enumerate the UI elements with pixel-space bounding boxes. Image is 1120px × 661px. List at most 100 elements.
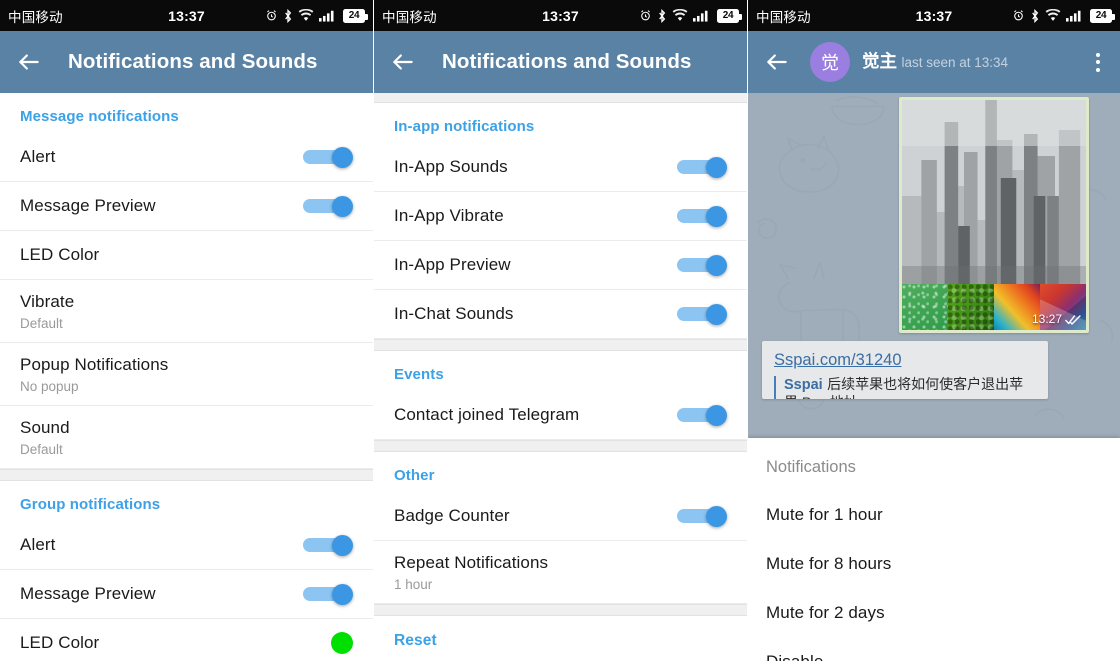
- list-item-group-alert[interactable]: Alert: [0, 521, 373, 570]
- section-divider: [374, 604, 747, 616]
- battery-level-label: 24: [348, 10, 360, 21]
- row-value: 1 hour: [394, 576, 433, 592]
- chat-header-meta[interactable]: 觉主 last seen at 13:34: [862, 51, 1008, 72]
- carrier-label: 中国移动: [8, 9, 63, 25]
- list-item-in-app-vibrate[interactable]: In-App Vibrate: [374, 192, 747, 241]
- status-bar: 中国移动 13:37 24: [374, 0, 747, 31]
- contact-status: last seen at 13:34: [901, 55, 1009, 71]
- bluetooth-icon: [1030, 8, 1040, 23]
- toggle-group-message-preview[interactable]: [303, 584, 353, 605]
- back-arrow-icon[interactable]: [764, 49, 790, 75]
- battery-level-label: 24: [722, 10, 734, 21]
- status-icons: 24: [1012, 8, 1115, 23]
- row-label: Repeat Notifications: [394, 552, 549, 572]
- album-main-photo[interactable]: [902, 100, 1086, 284]
- settings-list: Message notifications Alert Message Prev…: [0, 93, 373, 661]
- toggle-group-alert[interactable]: [303, 535, 353, 556]
- row-label: LED Color: [20, 633, 100, 652]
- section-divider: [374, 339, 747, 351]
- toggle-contact-joined[interactable]: [677, 405, 727, 426]
- list-item-badge-counter[interactable]: Badge Counter: [374, 492, 747, 541]
- status-icons: 24: [265, 8, 368, 23]
- status-bar: 中国移动 13:37 24: [748, 0, 1120, 31]
- battery-icon: 24: [343, 8, 368, 23]
- list-item-popup-notifications[interactable]: Popup Notifications No popup: [0, 343, 373, 406]
- list-item-in-app-sounds[interactable]: In-App Sounds: [374, 143, 747, 192]
- sheet-item-disable[interactable]: Disable: [766, 638, 1102, 661]
- row-value: Default: [20, 315, 63, 331]
- avatar-initial: 觉: [821, 53, 839, 73]
- row-label: Alert: [20, 535, 56, 554]
- message-timestamp: 13:27: [1032, 312, 1081, 326]
- alarm-icon: [265, 9, 278, 22]
- list-item-led-color[interactable]: LED Color: [0, 231, 373, 280]
- contact-name: 觉主: [862, 51, 897, 72]
- list-item-contact-joined-telegram[interactable]: Contact joined Telegram: [374, 391, 747, 440]
- link-preview-site: Sspai: [784, 377, 823, 393]
- link-preview-message[interactable]: Sspai.com/31240 Sspai 后续苹果也将如何使客户退出苹果 Pa…: [762, 341, 1048, 399]
- album-thumb-1[interactable]: [902, 284, 948, 330]
- row-value: Default: [20, 441, 63, 457]
- list-item-vibrate[interactable]: Vibrate Default: [0, 280, 373, 343]
- battery-icon: 24: [1090, 8, 1115, 23]
- list-item-alert[interactable]: Alert: [0, 133, 373, 182]
- row-label: In-Chat Sounds: [394, 304, 514, 323]
- list-item-in-app-preview[interactable]: In-App Preview: [374, 241, 747, 290]
- toggle-in-chat-sounds[interactable]: [677, 304, 727, 325]
- sheet-item-mute-8-hours[interactable]: Mute for 8 hours: [766, 540, 1102, 589]
- list-item-message-preview[interactable]: Message Preview: [0, 182, 373, 231]
- link-preview-url[interactable]: Sspai.com/31240: [774, 351, 1036, 370]
- section-header-message-notifications: Message notifications: [20, 108, 179, 125]
- list-item-reset[interactable]: Reset: [374, 616, 747, 660]
- panel-chat-mute-menu: 中国移动 13:37 24 觉 觉主 last seen at 13:34 13…: [748, 0, 1120, 661]
- carrier-label: 中国移动: [756, 9, 811, 25]
- battery-level-label: 24: [1095, 10, 1107, 21]
- signal-icon: [1066, 9, 1085, 22]
- wifi-icon: [1045, 9, 1061, 22]
- back-arrow-icon[interactable]: [390, 49, 416, 75]
- bluetooth-icon: [657, 8, 667, 23]
- toggle-in-app-sounds[interactable]: [677, 157, 727, 178]
- link-preview-accent-bar: [774, 376, 776, 399]
- section-header-in-app-notifications: In-app notifications: [394, 118, 535, 135]
- list-item-in-chat-sounds[interactable]: In-Chat Sounds: [374, 290, 747, 339]
- toggle-alert[interactable]: [303, 147, 353, 168]
- album-thumbnail-strip: 13:27: [902, 284, 1086, 330]
- row-label: LED Color: [20, 245, 100, 264]
- chat-message-area: 13:27 Sspai.com/31240 Sspai 后续苹果也将如何使客户退…: [748, 93, 1120, 661]
- bluetooth-icon: [283, 8, 293, 23]
- section-header-events: Events: [394, 366, 444, 383]
- three-panel-screenshot: 中国移动 13:37 24 Notifications and Sounds M…: [0, 0, 1120, 661]
- panel-notifications-settings-top: 中国移动 13:37 24 Notifications and Sounds M…: [0, 0, 373, 661]
- list-item-repeat-notifications[interactable]: Repeat Notifications 1 hour: [374, 541, 747, 604]
- sheet-item-mute-1-hour[interactable]: Mute for 1 hour: [766, 491, 1102, 540]
- row-label: Sound: [20, 417, 70, 437]
- status-icons: 24: [639, 8, 742, 23]
- page-title: Notifications and Sounds: [68, 50, 318, 73]
- section-divider: [374, 440, 747, 452]
- list-item-group-message-preview[interactable]: Message Preview: [0, 570, 373, 619]
- alarm-icon: [1012, 9, 1025, 22]
- toggle-message-preview[interactable]: [303, 196, 353, 217]
- row-label: Badge Counter: [394, 506, 510, 525]
- row-label: Contact joined Telegram: [394, 405, 580, 424]
- album-thumb-2[interactable]: [948, 284, 994, 330]
- app-bar: Notifications and Sounds: [0, 31, 373, 93]
- row-label: In-App Vibrate: [394, 206, 504, 225]
- chat-app-bar: 觉 觉主 last seen at 13:34: [748, 31, 1120, 93]
- list-item-group-led-color[interactable]: LED Color: [0, 619, 373, 661]
- list-top-spacer: [374, 93, 747, 103]
- back-arrow-icon[interactable]: [16, 49, 42, 75]
- sheet-item-mute-2-days[interactable]: Mute for 2 days: [766, 589, 1102, 638]
- app-bar: Notifications and Sounds: [374, 31, 747, 93]
- kebab-menu-icon[interactable]: [1086, 45, 1110, 80]
- list-item-sound[interactable]: Sound Default: [0, 406, 373, 469]
- toggle-in-app-preview[interactable]: [677, 255, 727, 276]
- panel-notifications-settings-bottom: 中国移动 13:37 24 Notifications and Sounds I…: [374, 0, 747, 661]
- avatar[interactable]: 觉: [810, 42, 850, 82]
- row-label: In-App Sounds: [394, 157, 508, 176]
- photo-album-message[interactable]: 13:27: [899, 97, 1089, 333]
- toggle-badge-counter[interactable]: [677, 506, 727, 527]
- led-color-swatch-icon[interactable]: [331, 632, 353, 654]
- toggle-in-app-vibrate[interactable]: [677, 206, 727, 227]
